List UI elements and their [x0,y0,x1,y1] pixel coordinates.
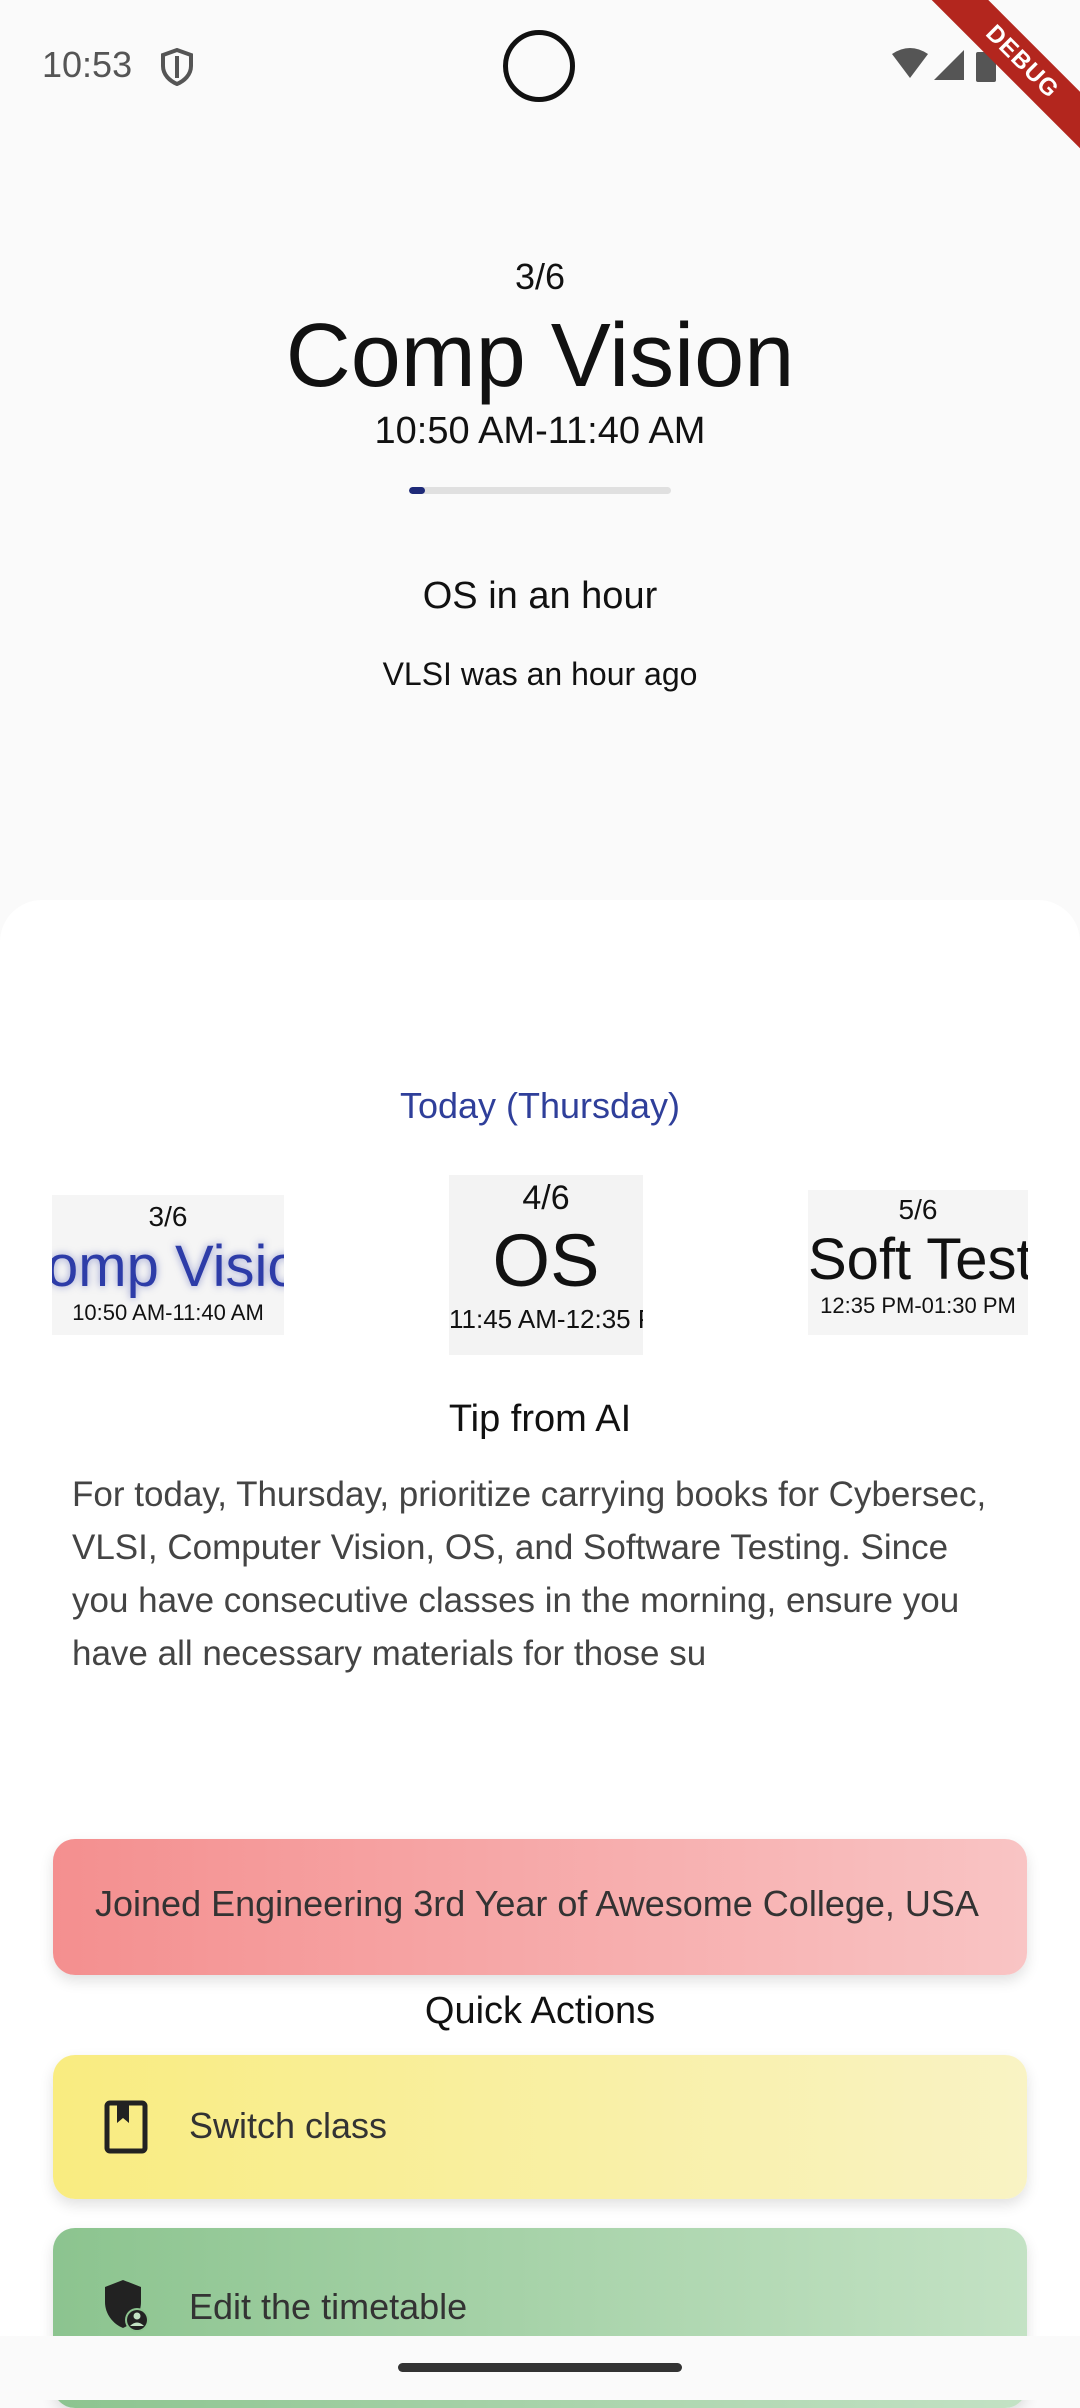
class-card-index: 4/6 [522,1179,570,1217]
switch-class-button[interactable]: Switch class [53,2055,1027,2199]
class-card-index: 3/6 [148,1201,188,1232]
joined-college-card[interactable]: Joined Engineering 3rd Year of Awesome C… [53,1839,1027,1975]
tip-title: Tip from AI [448,1398,632,1440]
class-card-current[interactable]: 4/6 OS 11:45 AM-12:35 PM [449,1175,643,1355]
switch-class-label: Switch class [189,2105,388,2146]
class-card-name: Comp Vision [52,1234,284,1299]
edit-timetable-label: Edit the timetable [189,2286,468,2327]
quick-actions-title: Quick Actions [424,1990,656,2032]
shield-icon [161,48,193,86]
next-class-text: OS in an hour [422,575,658,617]
today-label: Today (Thursday) [399,1085,681,1126]
class-card-index: 5/6 [898,1194,938,1225]
camera-cutout [503,30,575,102]
joined-college-text: Joined Engineering 3rd Year of Awesome C… [95,1883,979,1924]
class-card-time: 11:45 AM-12:35 PM [449,1304,643,1334]
class-progress-fill [409,487,425,494]
current-class-time: 10:50 AM-11:40 AM [374,410,706,452]
class-card-time: 12:35 PM-01:30 PM [820,1293,1016,1318]
class-card-next[interactable]: 5/6 Soft Testir 12:35 PM-01:30 PM [808,1190,1028,1335]
class-progress-bar [409,487,671,494]
home-indicator[interactable] [398,2363,682,2372]
class-card-previous[interactable]: 3/6 Comp Vision 10:50 AM-11:40 AM [52,1195,284,1335]
admin-shield-icon [105,2280,149,2332]
class-card-name: OS [492,1219,600,1302]
class-card-time: 10:50 AM-11:40 AM [72,1300,264,1325]
previous-class-text: VLSI was an hour ago [382,656,698,692]
current-class-index: 3/6 [514,256,566,297]
current-class-name: Comp Vision [285,306,795,406]
tip-body: For today, Thursday, prioritize carrying… [72,1475,987,1673]
status-time: 10:53 [42,44,133,85]
class-card-name: Soft Testir [808,1227,1028,1292]
debug-banner: DEBUG [920,0,1080,160]
debug-label: DEBUG [923,0,1080,160]
bookmark-book-icon [104,2100,148,2154]
